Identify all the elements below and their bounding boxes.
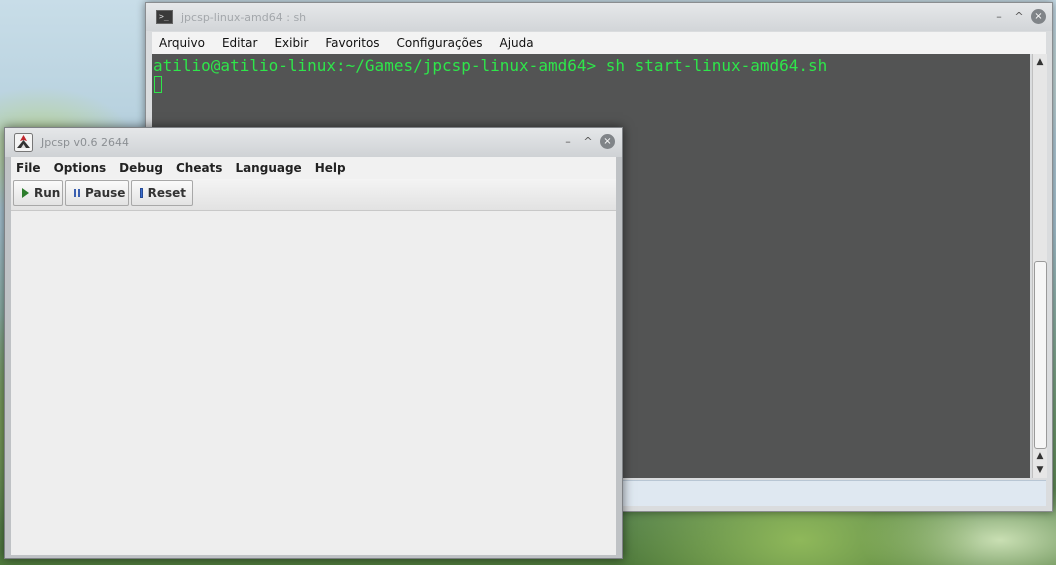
pause-button[interactable]: Pause	[65, 180, 129, 206]
menu-arquivo[interactable]: Arquivo	[159, 36, 205, 50]
terminal-icon: >_	[156, 10, 173, 24]
run-button[interactable]: Run	[13, 180, 63, 206]
run-label: Run	[34, 186, 61, 200]
terminal-command-line: atilio@atilio-linux:~/Games/jpcsp-linux-…	[153, 56, 828, 75]
menu-options[interactable]: Options	[54, 161, 107, 175]
reset-button[interactable]: Reset	[131, 180, 193, 206]
maximize-button[interactable]: ^	[1011, 9, 1027, 25]
jpcsp-window: Jpcsp v0.6 2644 – ^ × File Options Debug…	[4, 127, 623, 559]
minimize-button[interactable]: –	[560, 134, 576, 150]
terminal-menubar: Arquivo Editar Exibir Favoritos Configur…	[152, 32, 1046, 54]
reset-label: Reset	[147, 186, 186, 200]
minimize-button[interactable]: –	[991, 9, 1007, 25]
close-button[interactable]: ×	[600, 134, 615, 149]
jpcsp-toolbar: Run Pause Reset	[11, 179, 616, 211]
jpcsp-menubar: File Options Debug Cheats Language Help	[11, 157, 616, 179]
menu-configuracoes[interactable]: Configurações	[397, 36, 483, 50]
jpcsp-logo-icon	[14, 133, 33, 152]
menu-ajuda[interactable]: Ajuda	[500, 36, 534, 50]
jpcsp-title: Jpcsp v0.6 2644	[41, 136, 129, 149]
play-icon	[22, 188, 29, 198]
terminal-cursor	[154, 76, 162, 93]
terminal-scrollbar[interactable]: ▲ ▲ ▼	[1032, 54, 1047, 478]
menu-debug[interactable]: Debug	[119, 161, 163, 175]
menu-editar[interactable]: Editar	[222, 36, 258, 50]
jpcsp-titlebar[interactable]: Jpcsp v0.6 2644 – ^ ×	[5, 128, 622, 157]
scroll-down-icon[interactable]: ▼	[1034, 464, 1046, 476]
menu-help[interactable]: Help	[315, 161, 346, 175]
menu-favoritos[interactable]: Favoritos	[325, 36, 379, 50]
scroll-up-icon[interactable]: ▲	[1034, 56, 1046, 68]
scroll-up-icon[interactable]: ▲	[1034, 450, 1046, 462]
menu-exibir[interactable]: Exibir	[274, 36, 308, 50]
close-button[interactable]: ×	[1031, 9, 1046, 24]
terminal-titlebar[interactable]: >_ jpcsp-linux-amd64 : sh – ^ ×	[146, 3, 1052, 31]
menu-language[interactable]: Language	[235, 161, 301, 175]
pause-icon	[74, 189, 80, 197]
maximize-button[interactable]: ^	[580, 134, 596, 150]
jpcsp-emulator-screen[interactable]	[11, 211, 616, 555]
scroll-thumb[interactable]	[1034, 261, 1047, 449]
terminal-title: jpcsp-linux-amd64 : sh	[181, 11, 307, 24]
menu-file[interactable]: File	[16, 161, 41, 175]
menu-cheats[interactable]: Cheats	[176, 161, 222, 175]
pause-label: Pause	[85, 186, 126, 200]
stop-icon	[140, 188, 143, 198]
